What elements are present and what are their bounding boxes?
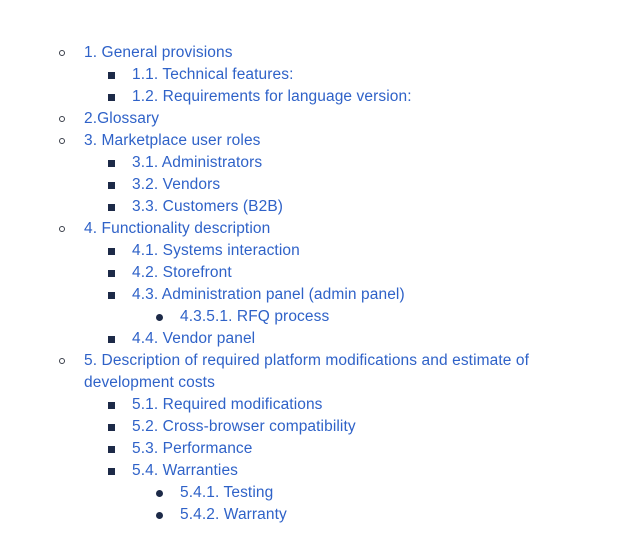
toc-link[interactable]: 4. Functionality description [84,220,270,237]
square-bullet-icon [108,262,115,284]
circle-bullet-icon [59,218,65,240]
toc-item: 3.3. Customers (B2B) [0,196,554,218]
toc-link[interactable]: 4.3. Administration panel (admin panel) [132,286,405,303]
toc-item: 3.2. Vendors [0,174,554,196]
toc-item: 5. Description of required platform modi… [0,350,554,394]
toc-link[interactable]: 1.2. Requirements for language version: [132,88,412,105]
toc-link[interactable]: 3. Marketplace user roles [84,132,261,149]
square-bullet-icon [108,460,115,482]
toc-item: 5.4.2. Warranty [0,504,554,526]
toc-item: 4.2. Storefront [0,262,554,284]
toc-link[interactable]: 1.1. Technical features: [132,66,294,83]
square-bullet-icon [108,328,115,350]
toc-item: 5.4. Warranties [0,460,554,482]
square-bullet-icon [108,416,115,438]
toc-item: 4.3.5.1. RFQ process [0,306,554,328]
square-bullet-icon [108,174,115,196]
toc-link[interactable]: 5.2. Cross-browser compatibility [132,418,356,435]
toc-item: 3.1. Administrators [0,152,554,174]
table-of-contents: 1. General provisions 1.1. Technical fea… [0,42,554,526]
toc-item: 4.3. Administration panel (admin panel) [0,284,554,306]
disc-bullet-icon [156,482,163,504]
toc-link[interactable]: 4.4. Vendor panel [132,330,255,347]
toc-link[interactable]: 3.1. Administrators [132,154,262,171]
toc-link[interactable]: 1. General provisions [84,44,233,61]
circle-bullet-icon [59,350,65,372]
toc-item: 4. Functionality description [0,218,554,240]
toc-link[interactable]: 4.2. Storefront [132,264,232,281]
square-bullet-icon [108,240,115,262]
circle-bullet-icon [59,108,65,130]
square-bullet-icon [108,438,115,460]
square-bullet-icon [108,86,115,108]
square-bullet-icon [108,196,115,218]
toc-link[interactable]: 5.4.1. Testing [180,484,273,501]
toc-item: 5.3. Performance [0,438,554,460]
toc-link[interactable]: 5.3. Performance [132,440,253,457]
toc-item: 1.2. Requirements for language version: [0,86,554,108]
toc-link[interactable]: 5.4.2. Warranty [180,506,287,523]
toc-link[interactable]: 5.4. Warranties [132,462,238,479]
toc-link[interactable]: 3.3. Customers (B2B) [132,198,283,215]
toc-item: 1.1. Technical features: [0,64,554,86]
toc-item: 2.Glossary [0,108,554,130]
disc-bullet-icon [156,306,163,328]
toc-item: 5.4.1. Testing [0,482,554,504]
toc-item: 5.2. Cross-browser compatibility [0,416,554,438]
toc-link[interactable]: 4.1. Systems interaction [132,242,300,259]
square-bullet-icon [108,284,115,306]
toc-link[interactable]: 2.Glossary [84,110,159,127]
disc-bullet-icon [156,504,163,526]
toc-link[interactable]: 3.2. Vendors [132,176,220,193]
square-bullet-icon [108,394,115,416]
square-bullet-icon [108,152,115,174]
toc-item: 1. General provisions [0,42,554,64]
toc-item: 5.1. Required modifications [0,394,554,416]
toc-item: 3. Marketplace user roles [0,130,554,152]
toc-item: 4.1. Systems interaction [0,240,554,262]
circle-bullet-icon [59,42,65,64]
toc-item: 4.4. Vendor panel [0,328,554,350]
circle-bullet-icon [59,130,65,152]
toc-link[interactable]: 4.3.5.1. RFQ process [180,308,329,325]
toc-link[interactable]: 5.1. Required modifications [132,396,323,413]
toc-link[interactable]: 5. Description of required platform modi… [84,352,529,391]
square-bullet-icon [108,64,115,86]
